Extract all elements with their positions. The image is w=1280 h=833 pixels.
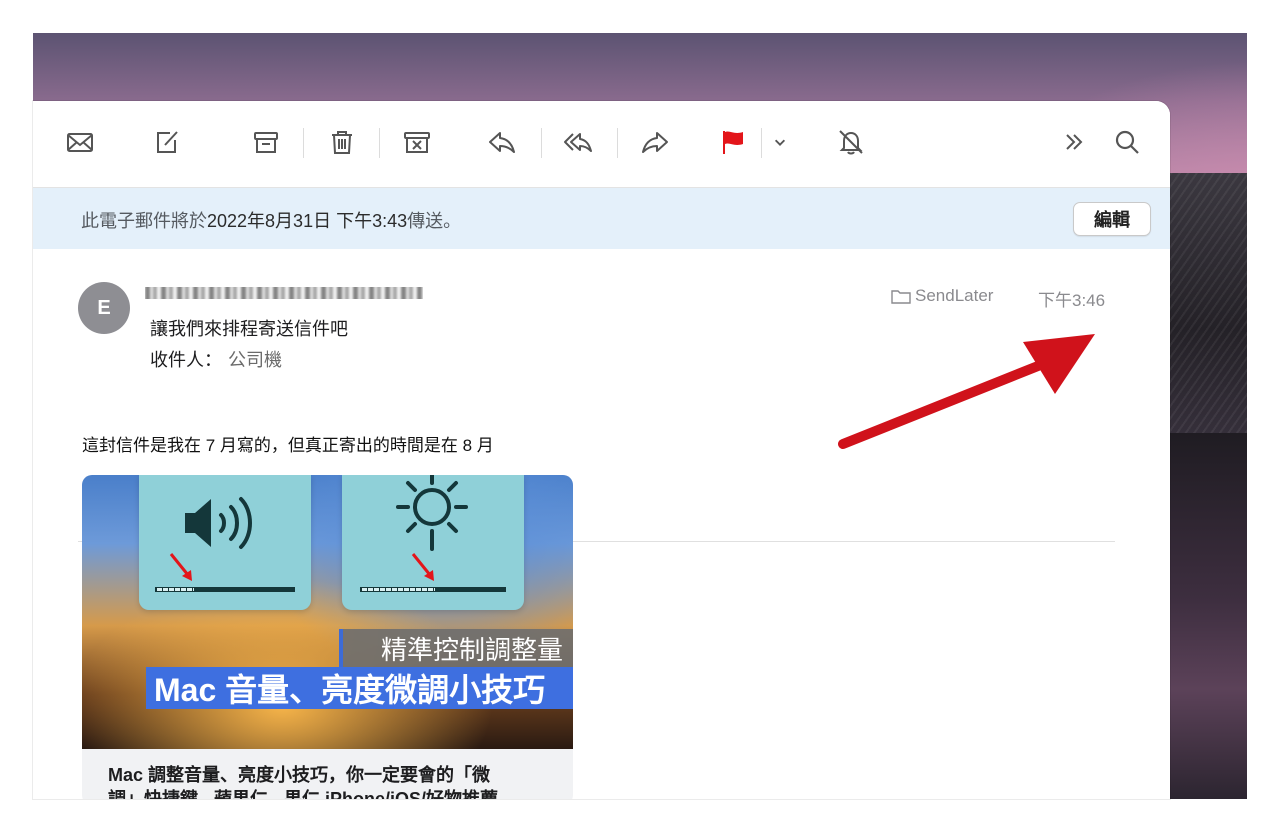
trash-icon <box>332 131 352 154</box>
more-button[interactable] <box>1057 125 1091 159</box>
reply-button[interactable] <box>485 125 519 159</box>
recipient-label: 收件人： <box>150 350 222 370</box>
archive-button[interactable] <box>249 125 283 159</box>
volume-panel <box>139 475 311 610</box>
delete-button[interactable] <box>325 125 359 159</box>
chevron-down-icon <box>774 139 786 146</box>
forward-icon <box>642 132 668 153</box>
speaker-icon <box>185 497 252 549</box>
junk-icon <box>404 132 430 153</box>
message-subject: 讓我們來排程寄送信件吧 <box>150 319 348 339</box>
message-time: 下午3:46 <box>1038 291 1106 310</box>
envelope-icon <box>67 133 93 152</box>
volume-slider-track <box>195 587 295 592</box>
mute-button[interactable] <box>834 125 868 159</box>
banner-prefix: 此電子郵件將於 <box>81 211 207 231</box>
edit-schedule-button[interactable]: 編輯 <box>1073 202 1151 236</box>
bell-slash-icon <box>839 130 863 155</box>
toolbar <box>33 101 1170 188</box>
sender-redacted <box>145 275 423 311</box>
compose-button[interactable] <box>150 125 184 159</box>
toolbar-separator <box>761 128 762 158</box>
junk-button[interactable] <box>400 125 434 159</box>
wallpaper-rocks <box>1170 173 1247 433</box>
get-mail-button[interactable] <box>63 125 97 159</box>
toolbar-separator <box>617 128 618 158</box>
reply-all-button[interactable] <box>561 125 595 159</box>
avatar: E <box>78 282 130 334</box>
mail-window: 此電子郵件將於2022年8月31日 下午3:43傳送。 編輯 E 讓我們來排程寄… <box>33 101 1170 799</box>
flag-icon <box>723 131 743 154</box>
scheduled-date: 2022年8月31日 下午3:43 <box>207 211 408 231</box>
red-pointer-icon <box>169 553 192 581</box>
wallpaper-water <box>1170 433 1247 799</box>
brightness-slider-fine <box>360 587 436 592</box>
link-preview-image: 精準控制調整量 Mac 音量、亮度微調小技巧 <box>82 475 573 749</box>
chevron-double-right-icon <box>1066 134 1083 150</box>
toolbar-separator <box>541 128 542 158</box>
compose-icon <box>157 131 178 153</box>
banner-suffix: 傳送。 <box>407 211 462 231</box>
link-preview-title: Mac 調整音量、亮度小技巧，你一定要會的「微 調」快捷鍵 - 蘋果仁 - 果仁… <box>108 763 548 799</box>
send-later-message: 此電子郵件將於2022年8月31日 下午3:43傳送。 <box>81 207 461 233</box>
flag-menu-button[interactable] <box>766 125 794 159</box>
message-body-text: 這封信件是我在 7 月寫的，但真正寄出的時間是在 8 月 <box>82 436 494 455</box>
toolbar-separator <box>379 128 380 158</box>
flag-shape <box>723 131 725 154</box>
sun-icon <box>396 475 468 551</box>
send-later-banner: 此電子郵件將於2022年8月31日 下午3:43傳送。 編輯 <box>33 188 1170 249</box>
folder-icon <box>891 290 911 304</box>
magnifier-icon <box>1115 130 1139 154</box>
archive-icon <box>254 132 278 153</box>
forward-button[interactable] <box>638 125 672 159</box>
link-preview-title-line-1: Mac 調整音量、亮度小技巧，你一定要會的「微 <box>108 765 491 785</box>
red-pointer-icon <box>411 553 434 581</box>
annotation-arrow <box>838 334 1095 449</box>
toolbar-separator <box>303 128 304 158</box>
volume-slider-fine <box>155 587 195 592</box>
image-caption-top: 精準控制調整量 <box>339 629 573 667</box>
recipient-value[interactable]: 公司機 <box>228 350 282 370</box>
flag-button[interactable] <box>716 125 750 159</box>
search-button[interactable] <box>1110 125 1144 159</box>
image-caption-main: Mac 音量、亮度微調小技巧 <box>146 667 573 709</box>
mailbox-name: SendLater <box>915 286 994 305</box>
mailbox-label: SendLater <box>891 286 993 306</box>
reply-icon <box>489 132 515 153</box>
recipient-row: 收件人： 公司機 <box>150 346 282 372</box>
link-preview-card[interactable]: 精準控制調整量 Mac 音量、亮度微調小技巧 Mac 調整音量、亮度小技巧，你一… <box>82 475 573 799</box>
brightness-panel <box>342 475 524 610</box>
brightness-slider-track <box>436 587 506 592</box>
flag-cloth <box>725 131 743 145</box>
link-preview-title-line-2: 調」快捷鍵 - 蘋果仁 - 果仁 iPhone/iOS/好物推薦 <box>108 789 499 799</box>
reply-all-icon <box>564 133 592 152</box>
